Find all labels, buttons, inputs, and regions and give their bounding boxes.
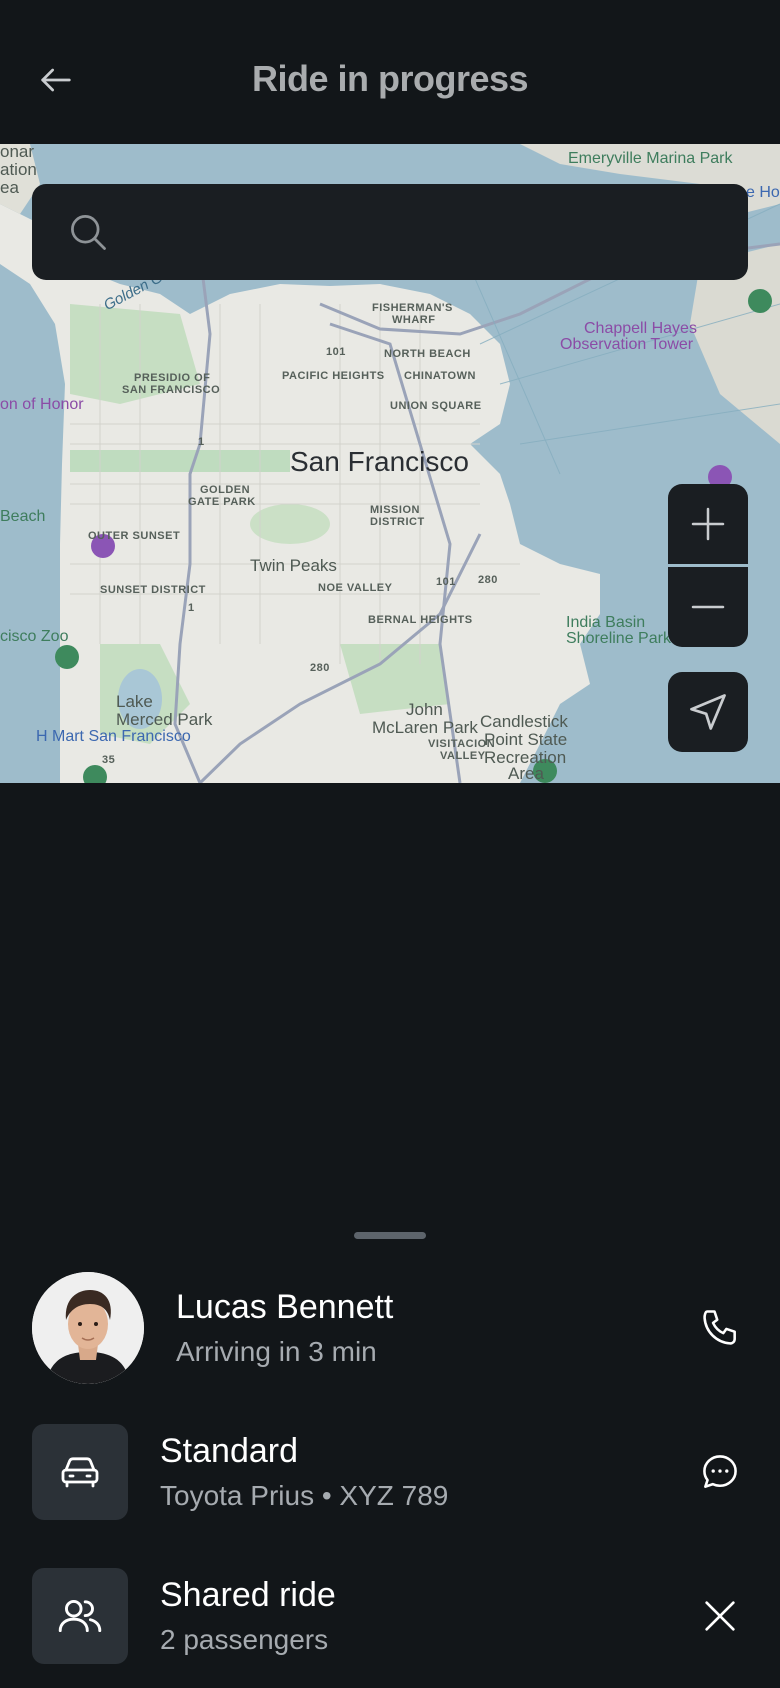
driver-avatar: [32, 1272, 144, 1384]
map-label-hwy-101-south: 101: [436, 576, 456, 588]
map-label-chinatown: CHINATOWN: [404, 370, 476, 382]
map-label-ggp-2: GATE PARK: [188, 496, 256, 508]
map-label-mission-1: MISSION: [370, 504, 420, 516]
plus-icon: [691, 507, 725, 541]
minus-icon: [691, 605, 725, 609]
map-label-hwy-280-east: 280: [478, 574, 498, 586]
map-label-hwy-101-north: 101: [326, 346, 346, 358]
ride-type-icon-box: [32, 1568, 128, 1664]
passenger-count: 2 passengers: [160, 1624, 329, 1655]
map-label-hwy-35: 35: [102, 754, 116, 766]
map-label-pacific-heights: PACIFIC HEIGHTS: [282, 370, 385, 382]
map-label-legion: on of Honor: [0, 396, 84, 413]
map-label-ggp-1: GOLDEN: [200, 484, 251, 496]
map-label-emeryville: Emeryville Marina Park: [568, 150, 733, 167]
search-input[interactable]: [126, 215, 724, 249]
vehicle-icon-box: [32, 1424, 128, 1520]
map-label-presidio-2: SAN FRANCISCO: [122, 384, 221, 396]
map-label-ea: ea: [0, 178, 19, 197]
map-label-bernal-heights: BERNAL HEIGHTS: [368, 614, 473, 626]
map-label-fishermans-2: WHARF: [392, 314, 436, 326]
phone-icon: [703, 1310, 736, 1345]
vehicle-class: Standard: [160, 1432, 298, 1470]
map-label-zoo: cisco Zoo: [0, 628, 69, 645]
navigation-arrow-icon: [690, 694, 726, 730]
map-label-beach: Beach: [0, 508, 46, 525]
map-label-candlestick-4: Area: [508, 764, 544, 783]
map-label-india-basin-2: Shoreline Park: [566, 630, 671, 647]
map-label-hwy-280-south: 280: [310, 662, 330, 674]
chat-icon: [703, 1455, 737, 1488]
map-label-mclaren-2: McLaren Park: [372, 718, 478, 737]
map-label-hmart: H Mart San Francisco: [36, 728, 191, 745]
map-label-lake-merced-1: Lake: [116, 692, 153, 711]
map-label-e-ho: e Ho: [746, 184, 780, 201]
map-label-sunset-district: SUNSET DISTRICT: [100, 584, 206, 596]
driver-name: Lucas Bennett: [176, 1288, 394, 1326]
page-title: Ride in progress: [251, 58, 529, 99]
map-label-mission-2: DISTRICT: [370, 516, 425, 528]
map-label-noe-valley: NOE VALLEY: [318, 582, 393, 594]
map-label-hwy-1-south: 1: [188, 602, 195, 614]
search-icon: [66, 210, 110, 254]
map-label-twin-peaks: Twin Peaks: [250, 556, 337, 575]
locate-me-button[interactable]: [668, 672, 748, 752]
vehicle-details: Toyota Prius • XYZ 789: [160, 1480, 449, 1511]
map-label-visitacion-2: VALLEY: [440, 750, 486, 762]
map-label-lake-merced-2: Merced Park: [116, 710, 213, 729]
map-label-mclaren-1: John: [406, 700, 443, 719]
map-label-candlestick-1: Candlestick: [480, 712, 568, 731]
map-label-outer-sunset: OUTER SUNSET: [88, 530, 181, 542]
map-label-north-beach: NORTH BEACH: [384, 348, 471, 360]
users-icon: [58, 1599, 102, 1633]
cancel-ride-button[interactable]: [692, 1588, 748, 1644]
map-label-union-square: UNION SQUARE: [390, 400, 482, 412]
map-label-chappell-2: Observation Tower: [560, 336, 694, 353]
map-label-ation: ation: [0, 160, 37, 179]
zoom-in-button[interactable]: [668, 484, 748, 564]
bottom-sheet-handle[interactable]: [354, 1232, 426, 1239]
close-icon: [705, 1601, 735, 1631]
zoom-out-button[interactable]: [668, 567, 748, 647]
call-driver-button[interactable]: [692, 1300, 748, 1356]
ride-type: Shared ride: [160, 1576, 336, 1614]
driver-eta: Arriving in 3 min: [176, 1336, 377, 1367]
map-label-candlestick-2: Point State: [484, 730, 568, 749]
message-driver-button[interactable]: [692, 1444, 748, 1500]
search-bar[interactable]: [32, 184, 748, 280]
header: Ride in progress: [0, 0, 780, 144]
map-label-hwy-1-north: 1: [198, 436, 205, 448]
map-label-presidio-1: PRESIDIO OF: [134, 372, 211, 384]
map-label-city: San Francisco: [290, 446, 469, 477]
car-icon: [61, 1457, 99, 1488]
map-label-fishermans-1: FISHERMAN'S: [372, 302, 453, 314]
